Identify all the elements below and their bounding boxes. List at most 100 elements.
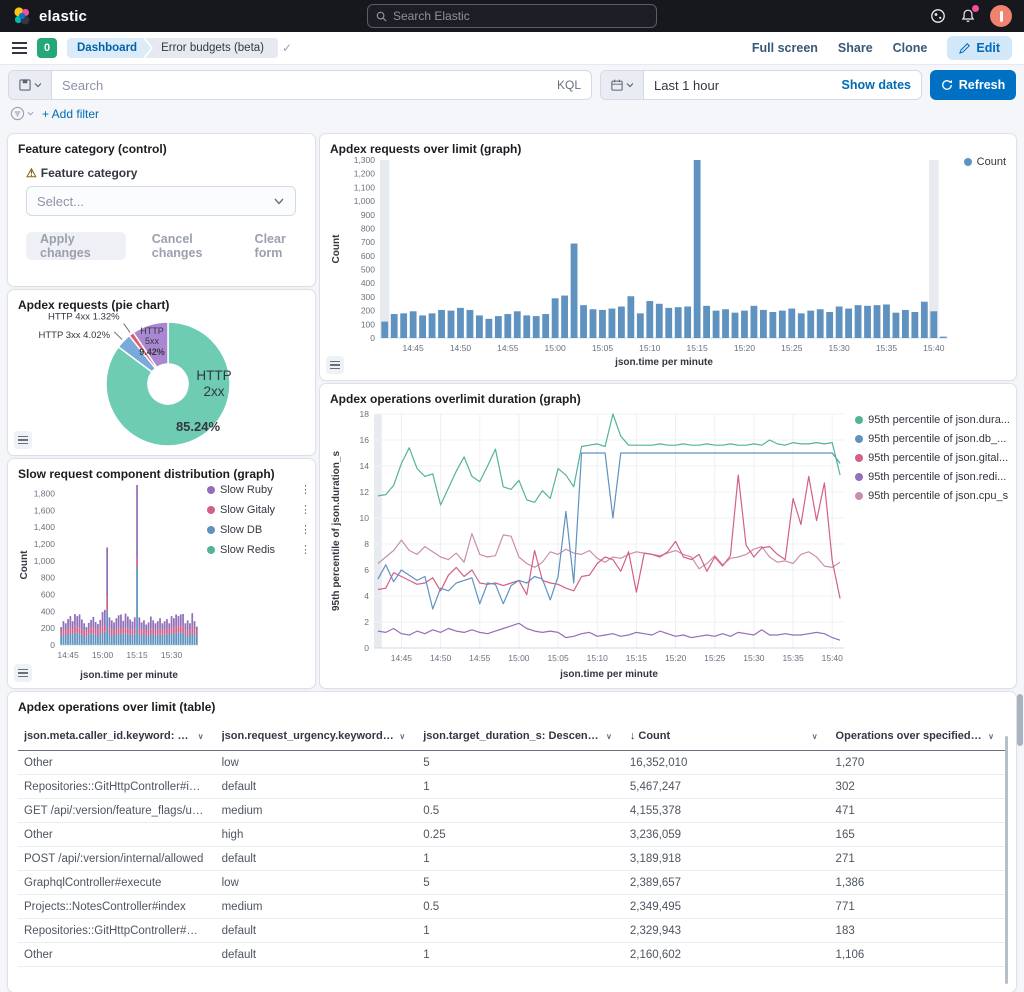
legend-item[interactable]: 95th percentile of json.db_... (855, 433, 1010, 445)
table-row[interactable]: Projects::NotesController#indexmedium0.5… (18, 895, 1006, 919)
alerts-bell-icon[interactable] (960, 8, 976, 24)
refresh-icon (941, 79, 953, 91)
table-cell: default (216, 919, 418, 943)
table-row[interactable]: POST /api/:version/internal/alloweddefau… (18, 847, 1006, 871)
clear-form-button[interactable]: Clear form (255, 232, 305, 260)
table-row[interactable]: GET /api/:version/feature_flags/unleash.… (18, 799, 1006, 823)
share-button[interactable]: Share (838, 41, 873, 55)
table-row[interactable]: Repositories::GitHttpController#info_ref… (18, 775, 1006, 799)
filter-row: + Add filter (10, 106, 99, 121)
add-filter-button[interactable]: + Add filter (42, 107, 99, 121)
legend-label: Count (977, 156, 1006, 168)
svg-text:100: 100 (361, 319, 375, 329)
legend-actions-icon[interactable]: ⋮ (300, 483, 311, 496)
line-chart-legend: 95th percentile of json.dura... 95th perc… (855, 414, 1010, 502)
legend-item[interactable]: Slow DB ⋮ (207, 523, 311, 536)
elastic-logo-icon (12, 6, 32, 26)
nav-bar: 0 Dashboard Error budgets (beta) ✓ Full … (0, 32, 1024, 65)
page-scrollbar[interactable] (1017, 694, 1023, 746)
legend-item[interactable]: Slow Gitaly⋮ (207, 503, 311, 516)
legend-actions-icon[interactable]: ⋮ (300, 523, 311, 536)
breadcrumb-current[interactable]: Error budgets (beta) (145, 38, 278, 58)
panel-apdex-over-limit-table: Apdex operations over limit (table) json… (8, 692, 1016, 992)
svg-text:4: 4 (364, 591, 369, 601)
table-row[interactable]: Otherlow516,352,0101,270 (18, 751, 1006, 775)
full-screen-button[interactable]: Full screen (752, 41, 818, 55)
panel-options-icon[interactable] (14, 664, 32, 682)
refresh-button[interactable]: Refresh (930, 70, 1016, 100)
svg-text:json.time per minute: json.time per minute (614, 357, 713, 368)
svg-text:15:40: 15:40 (822, 653, 844, 663)
svg-text:json.time per minute: json.time per minute (79, 670, 178, 681)
table-cell: 302 (830, 775, 1006, 799)
table-cell: Other (18, 751, 216, 775)
legend-actions-icon[interactable]: ⋮ (300, 543, 311, 556)
apply-changes-button[interactable]: Apply changes (26, 232, 126, 260)
cancel-changes-button[interactable]: Cancel changes (152, 232, 229, 260)
svg-text:10: 10 (360, 513, 370, 523)
svg-text:15:05: 15:05 (592, 343, 614, 353)
column-menu-chevron-icon[interactable]: ∨ (988, 732, 994, 741)
column-menu-chevron-icon[interactable]: ∨ (812, 732, 818, 741)
table-row[interactable]: Otherdefault12,160,6021,106 (18, 943, 1006, 967)
breadcrumb-dashboard[interactable]: Dashboard (67, 38, 151, 58)
table-cell: 0.25 (417, 823, 624, 847)
legend-item[interactable]: 95th percentile of json.redi... (855, 471, 1010, 483)
time-picker-menu-button[interactable] (601, 71, 644, 99)
elastic-logo[interactable]: elastic (12, 6, 87, 26)
saved-query-menu-button[interactable] (9, 71, 52, 99)
legend-item[interactable]: Slow Ruby⋮ (207, 483, 311, 496)
table-scrollbar[interactable] (1005, 736, 1008, 984)
user-avatar[interactable] (990, 5, 1012, 27)
legend-label: Slow DB (220, 524, 262, 536)
clone-button[interactable]: Clone (893, 41, 928, 55)
table-row[interactable]: Otherhigh0.253,236,059165 (18, 823, 1006, 847)
legend-dot-icon (207, 546, 215, 554)
feature-category-select[interactable]: Select... (26, 186, 296, 216)
column-header[interactable]: Operations over specified threshold...∨ (830, 722, 1006, 751)
column-menu-chevron-icon[interactable]: ∨ (198, 732, 204, 741)
legend-item[interactable]: 95th percentile of json.cpu_s (855, 490, 1010, 502)
legend-dot-icon (964, 158, 972, 166)
column-menu-chevron-icon[interactable]: ∨ (606, 732, 612, 741)
legend-item[interactable]: Count (964, 156, 1006, 168)
legend-item[interactable]: Slow Redis⋮ (207, 543, 311, 556)
column-header[interactable]: json.request_urgency.keyword: Des...∨ (216, 722, 418, 751)
svg-text:0: 0 (50, 640, 55, 650)
table-cell: 3,189,918 (624, 847, 830, 871)
column-header[interactable]: json.meta.caller_id.keyword: Desce...∨ (18, 722, 216, 751)
table-row[interactable]: GraphqlController#executelow52,389,6571,… (18, 871, 1006, 895)
table-cell: 1 (417, 775, 624, 799)
show-dates-button[interactable]: Show dates (842, 78, 921, 92)
svg-text:5xx: 5xx (145, 336, 160, 346)
time-range-value[interactable]: Last 1 hour (644, 78, 842, 93)
svg-text:HTTP: HTTP (196, 368, 231, 383)
legend-actions-icon[interactable]: ⋮ (300, 503, 311, 516)
column-header[interactable]: ↓Count∨ (624, 722, 830, 751)
column-header[interactable]: json.target_duration_s: Descending∨ (417, 722, 624, 751)
warning-icon: ⚠ (26, 166, 37, 180)
global-search-input[interactable]: Search Elastic (367, 4, 657, 28)
search-input[interactable] (52, 78, 557, 93)
table-cell: 2,160,602 (624, 943, 830, 967)
panel-options-icon[interactable] (14, 431, 32, 449)
cloud-icon[interactable] (930, 8, 946, 24)
table-row[interactable]: Repositories::GitHttpController#git_upl.… (18, 919, 1006, 943)
table-cell: 2,329,943 (624, 919, 830, 943)
legend-label: 95th percentile of json.cpu_s (868, 490, 1008, 502)
kql-toggle[interactable]: KQL (557, 78, 591, 92)
legend-item[interactable]: 95th percentile of json.gital... (855, 452, 1010, 464)
legend-label: 95th percentile of json.redi... (868, 471, 1006, 483)
table-cell: 1,386 (830, 871, 1006, 895)
column-menu-chevron-icon[interactable]: ∨ (399, 732, 405, 741)
svg-text:15:10: 15:10 (639, 343, 661, 353)
svg-text:200: 200 (361, 306, 375, 316)
space-badge[interactable]: 0 (37, 38, 57, 58)
svg-text:0: 0 (370, 333, 375, 343)
filter-menu-button[interactable] (10, 106, 34, 121)
legend-item[interactable]: 95th percentile of json.dura... (855, 414, 1010, 426)
edit-button[interactable]: Edit (947, 36, 1012, 60)
menu-hamburger-icon[interactable] (12, 42, 27, 54)
panel-options-icon[interactable] (326, 356, 344, 374)
svg-text:14:45: 14:45 (57, 650, 79, 660)
